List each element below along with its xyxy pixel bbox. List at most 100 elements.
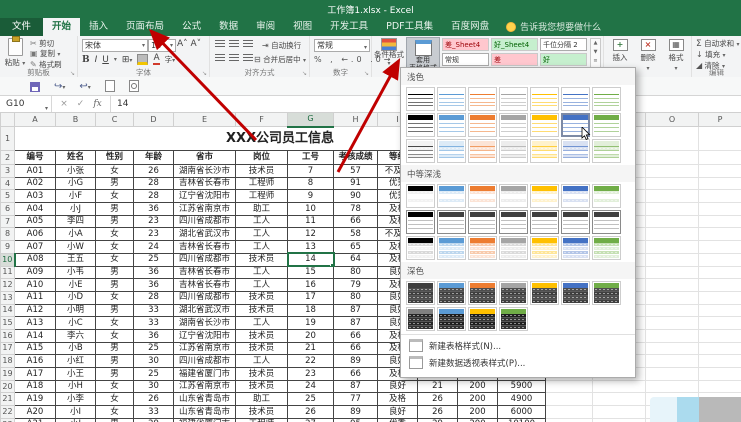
- cell[interactable]: 女: [96, 253, 134, 266]
- cell[interactable]: [593, 406, 646, 419]
- cell[interactable]: [699, 241, 741, 254]
- cell[interactable]: 女: [96, 228, 134, 241]
- cell[interactable]: A12: [15, 304, 56, 317]
- cell[interactable]: 64: [334, 253, 378, 266]
- cell[interactable]: 16: [288, 279, 334, 292]
- cell[interactable]: 28: [134, 190, 174, 203]
- header-cell[interactable]: 姓名: [56, 151, 96, 165]
- header-cell[interactable]: 性别: [96, 151, 134, 165]
- ribbon-tab-4[interactable]: 公式: [173, 18, 210, 36]
- cell[interactable]: [646, 241, 699, 254]
- cut-button[interactable]: ✂ 剪切: [30, 39, 62, 49]
- ribbon-tab-5[interactable]: 数据: [210, 18, 247, 36]
- table-style-thumbnail[interactable]: [592, 236, 621, 260]
- cell[interactable]: 20: [288, 329, 334, 342]
- row-header-2[interactable]: 2: [1, 151, 15, 165]
- cell[interactable]: 男: [96, 203, 134, 216]
- cell[interactable]: 66: [334, 215, 378, 228]
- table-style-thumbnail[interactable]: [499, 113, 528, 137]
- name-box[interactable]: G10▾: [0, 96, 52, 112]
- cell[interactable]: 良好: [378, 406, 418, 419]
- col-header-P[interactable]: P: [699, 113, 741, 127]
- cell[interactable]: 19: [288, 317, 334, 330]
- table-style-thumbnail[interactable]: [468, 139, 497, 163]
- cell[interactable]: 小红: [56, 355, 96, 368]
- fill-color-icon[interactable]: [137, 54, 148, 65]
- table-style-thumbnail[interactable]: [530, 113, 559, 137]
- cell[interactable]: A06: [15, 228, 56, 241]
- cell[interactable]: [646, 253, 699, 266]
- cell[interactable]: 65: [334, 241, 378, 254]
- cell[interactable]: 10100: [498, 418, 546, 422]
- row-header-10[interactable]: 10: [1, 253, 15, 266]
- align-top-icon[interactable]: [215, 40, 225, 48]
- cell[interactable]: 技术员: [236, 329, 288, 342]
- table-style-thumbnail[interactable]: [561, 87, 590, 111]
- cell[interactable]: A13: [15, 317, 56, 330]
- tell-me-box[interactable]: 告诉我您想要做什么: [498, 17, 609, 36]
- cell[interactable]: 200: [458, 380, 498, 393]
- cell[interactable]: 29: [134, 418, 174, 422]
- cell[interactable]: 王五: [56, 253, 96, 266]
- table-style-thumbnail[interactable]: [437, 281, 466, 305]
- table-style-thumbnail[interactable]: [468, 113, 497, 137]
- cell[interactable]: [646, 151, 699, 165]
- cell[interactable]: 小B: [56, 342, 96, 355]
- cell[interactable]: [699, 253, 741, 266]
- ribbon-tab-2[interactable]: 插入: [80, 18, 117, 36]
- cell[interactable]: 湖南省长沙市: [174, 317, 236, 330]
- cell[interactable]: 工程师: [236, 177, 288, 190]
- menu-item-new-pivot-style[interactable]: 新建数据透视表样式(P)...: [401, 354, 635, 371]
- cell-style-chip[interactable]: 差: [491, 53, 538, 66]
- table-style-thumbnail[interactable]: [530, 210, 559, 234]
- cell-style-chip[interactable]: 差_Sheet4: [442, 38, 489, 51]
- cell[interactable]: 28: [134, 291, 174, 304]
- cell[interactable]: [699, 127, 741, 151]
- table-style-thumbnail[interactable]: [468, 281, 497, 305]
- cell[interactable]: 女: [96, 317, 134, 330]
- cell[interactable]: 女: [96, 291, 134, 304]
- cell[interactable]: A05: [15, 215, 56, 228]
- table-style-thumbnail[interactable]: [468, 87, 497, 111]
- col-header-A[interactable]: A: [15, 113, 56, 127]
- print-preview-icon[interactable]: [129, 77, 139, 96]
- cell[interactable]: 吉林省长春市: [174, 279, 236, 292]
- cell[interactable]: 福建省厦门市: [174, 418, 236, 422]
- cell[interactable]: [546, 393, 593, 406]
- dialog-launcher-icon[interactable]: ↘: [364, 70, 369, 77]
- insert-function-icon[interactable]: fx: [93, 99, 101, 109]
- cell[interactable]: 33: [134, 317, 174, 330]
- cell[interactable]: [646, 380, 699, 393]
- cell[interactable]: [646, 177, 699, 190]
- ribbon-tab-9[interactable]: PDF工具集: [377, 18, 442, 36]
- cell[interactable]: 江苏省南京市: [174, 203, 236, 216]
- col-header-B[interactable]: B: [56, 113, 96, 127]
- cell[interactable]: 小J: [56, 418, 96, 422]
- row-header-15[interactable]: 15: [1, 317, 15, 330]
- header-cell[interactable]: 省市: [174, 151, 236, 165]
- cell[interactable]: A02: [15, 177, 56, 190]
- conditional-formatting-button[interactable]: 条件格式▾: [374, 38, 404, 68]
- gallery-scroll-buttons[interactable]: ▲▼≡: [590, 38, 601, 70]
- table-style-thumbnail[interactable]: [561, 281, 590, 305]
- cell[interactable]: 11: [288, 215, 334, 228]
- cell[interactable]: A03: [15, 190, 56, 203]
- row-header-12[interactable]: 12: [1, 279, 15, 292]
- table-style-thumbnail[interactable]: [406, 184, 435, 208]
- table-style-thumbnail-hovered[interactable]: [561, 113, 590, 137]
- cell[interactable]: 小韦: [56, 266, 96, 279]
- table-style-thumbnail[interactable]: [499, 281, 528, 305]
- cell[interactable]: 小D: [56, 291, 96, 304]
- cell[interactable]: [646, 266, 699, 279]
- ribbon-tab-3[interactable]: 页面布局: [117, 18, 173, 36]
- delete-cells-button[interactable]: × 删除▾: [635, 39, 661, 72]
- table-style-thumbnail[interactable]: [437, 236, 466, 260]
- cell[interactable]: [699, 329, 741, 342]
- table-style-thumbnail[interactable]: [592, 281, 621, 305]
- cell[interactable]: [699, 279, 741, 292]
- cell[interactable]: A19: [15, 393, 56, 406]
- align-bottom-icon[interactable]: [243, 40, 253, 48]
- table-style-thumbnail[interactable]: [437, 87, 466, 111]
- cell[interactable]: [546, 380, 593, 393]
- cell[interactable]: 25: [134, 342, 174, 355]
